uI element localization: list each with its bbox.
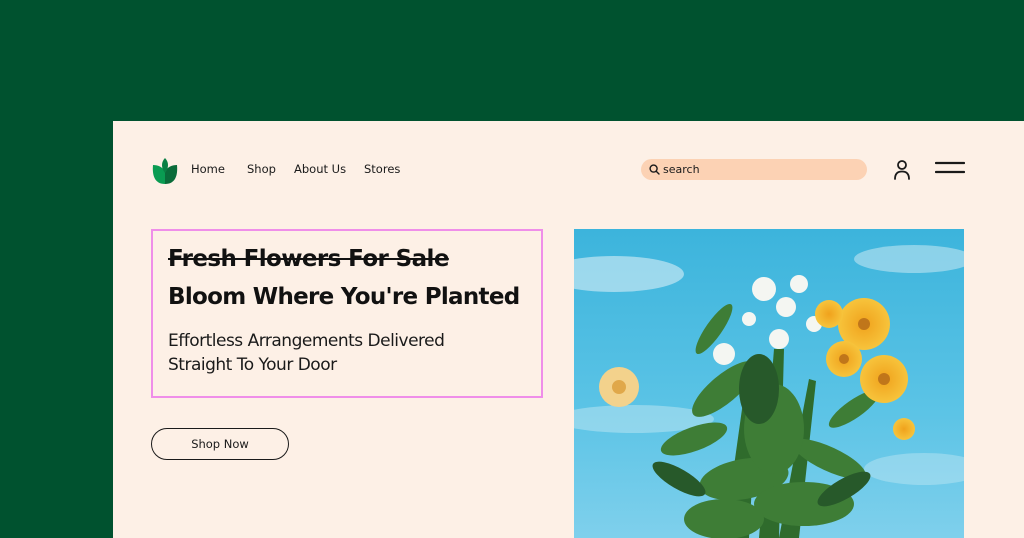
landing-page: Home Shop About Us Stores Fresh Flowers … bbox=[113, 121, 1024, 538]
hero-title: Bloom Where You're Planted bbox=[168, 284, 520, 310]
hero-strikethrough-title: Fresh Flowers For Sale bbox=[168, 246, 449, 272]
user-icon[interactable] bbox=[892, 159, 912, 181]
hamburger-menu-icon[interactable] bbox=[934, 161, 966, 175]
search-icon[interactable] bbox=[648, 164, 660, 176]
search-input[interactable] bbox=[663, 163, 853, 176]
search-bar bbox=[641, 159, 867, 180]
nav-item-stores[interactable]: Stores bbox=[364, 162, 400, 176]
nav-item-shop[interactable]: Shop bbox=[247, 162, 276, 176]
hero-flower-image bbox=[574, 229, 964, 538]
nav-item-home[interactable]: Home bbox=[191, 162, 225, 176]
hero-subtitle-line-1: Effortless Arrangements Delivered bbox=[168, 331, 445, 351]
hero-subtitle-line-2: Straight To Your Door bbox=[168, 355, 337, 375]
nav-item-about-us[interactable]: About Us bbox=[294, 162, 346, 176]
hero-subtitle: Effortless Arrangements Delivered Straig… bbox=[168, 329, 528, 377]
shop-now-button[interactable]: Shop Now bbox=[151, 428, 289, 460]
hero-text-box: Fresh Flowers For Sale Bloom Where You'r… bbox=[151, 229, 543, 398]
leaf-logo-icon[interactable] bbox=[151, 157, 179, 185]
